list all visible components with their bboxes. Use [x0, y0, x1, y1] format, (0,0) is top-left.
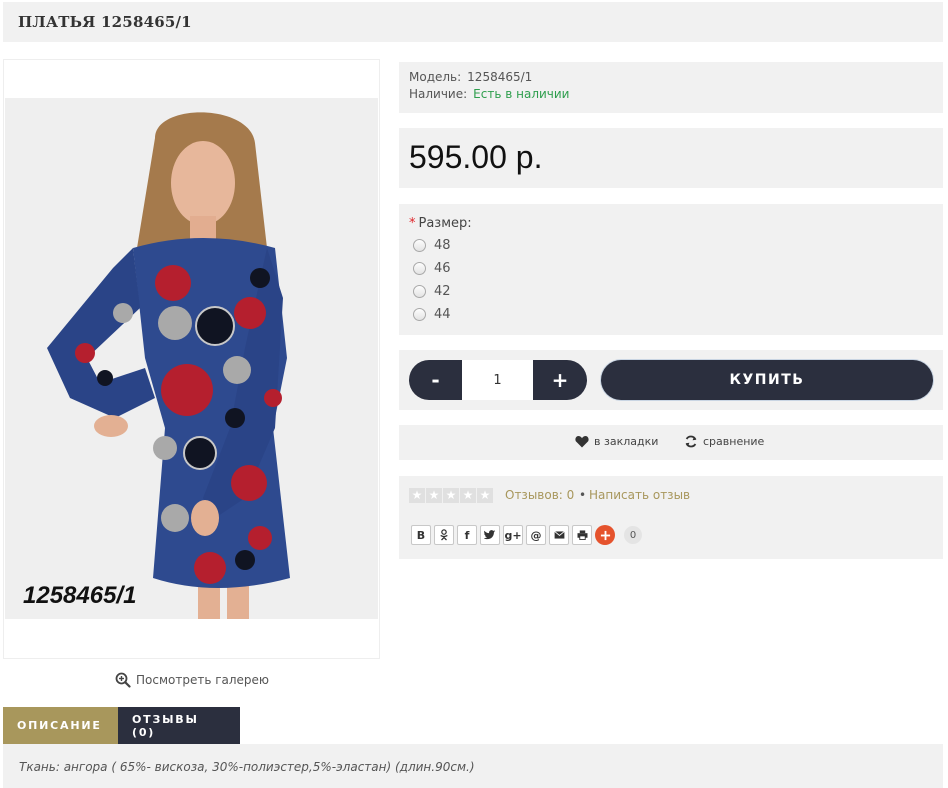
separator-dot: •: [579, 488, 587, 502]
view-gallery-label: Посмотреть галерею: [136, 673, 270, 687]
size-label-text: Размер:: [418, 216, 472, 231]
size-options-panel: * Размер: 48 46 42 44: [399, 204, 943, 335]
actions-panel: в закладки сравнение: [399, 425, 943, 460]
more-share-button[interactable]: [595, 525, 615, 545]
ok-share-button[interactable]: [434, 525, 454, 545]
facebook-share-button[interactable]: f: [457, 525, 477, 545]
quantity-input[interactable]: 1: [462, 360, 533, 400]
required-mark: *: [409, 216, 416, 231]
product-image-frame[interactable]: 1258465/1: [3, 59, 380, 659]
size-radio-44[interactable]: [413, 308, 426, 321]
product-photo-illustration: 1258465/1: [5, 98, 378, 619]
tab-description[interactable]: ОПИСАНИЕ: [3, 707, 118, 744]
quantity-stepper: - 1 +: [409, 360, 587, 400]
google-plus-icon: g+: [504, 528, 522, 542]
heart-icon: [575, 436, 589, 448]
rating-stars: ★ ★ ★ ★ ★: [409, 488, 493, 503]
write-review-link[interactable]: Написать отзыв: [589, 488, 690, 502]
compare-button[interactable]: сравнение: [684, 435, 764, 448]
description-text: Ткань: ангора ( 65%- вискоза, 30%-полиэс…: [19, 760, 475, 774]
description-panel: Ткань: ангора ( 65%- вискоза, 30%-полиэс…: [3, 744, 943, 788]
image-caption: 1258465/1: [23, 582, 136, 609]
title-bar: ПЛАТЬЯ 1258465/1: [3, 2, 943, 42]
star-icon: ★: [460, 488, 476, 503]
buy-button[interactable]: КУПИТЬ: [601, 360, 933, 400]
size-value: 42: [434, 284, 451, 299]
facebook-icon: f: [464, 528, 470, 542]
envelope-icon: [553, 531, 565, 539]
quantity-increase-button[interactable]: +: [533, 360, 587, 400]
size-label: * Размер:: [409, 216, 472, 231]
stock-value: Есть в наличии: [473, 87, 570, 101]
model-label: Модель:: [409, 70, 462, 84]
at-icon: @: [530, 528, 542, 542]
size-option-42[interactable]: 42: [413, 284, 451, 299]
size-option-48[interactable]: 48: [413, 238, 451, 253]
share-buttons: В f g+ @ 0: [411, 525, 642, 545]
size-radio-42[interactable]: [413, 285, 426, 298]
twitter-share-button[interactable]: [480, 525, 500, 545]
size-radio-46[interactable]: [413, 262, 426, 275]
stock-label: Наличие:: [409, 87, 468, 101]
star-icon: ★: [409, 488, 425, 503]
zoom-in-icon: [115, 672, 131, 688]
price: 595.00 р.: [409, 139, 543, 175]
star-icon: ★: [477, 488, 493, 503]
view-gallery-link[interactable]: Посмотреть галерею: [115, 671, 269, 689]
share-counter: 0: [624, 526, 642, 544]
size-option-44[interactable]: 44: [413, 307, 451, 322]
product-photo[interactable]: 1258465/1: [5, 98, 378, 619]
vk-icon: В: [416, 528, 426, 542]
printer-icon: [577, 530, 587, 540]
vk-share-button[interactable]: В: [411, 525, 431, 545]
tab-reviews[interactable]: ОТЗЫВЫ (0): [118, 707, 240, 744]
email-share-button[interactable]: [549, 525, 569, 545]
compare-label: сравнение: [703, 435, 765, 448]
twitter-icon: [484, 530, 496, 540]
size-option-46[interactable]: 46: [413, 261, 451, 276]
quantity-decrease-button[interactable]: -: [409, 360, 462, 400]
print-button[interactable]: [572, 525, 592, 545]
page-title: ПЛАТЬЯ 1258465/1: [18, 13, 192, 31]
wishlist-label: в закладки: [594, 435, 659, 448]
size-value: 46: [434, 261, 451, 276]
product-tabs: ОПИСАНИЕ ОТЗЫВЫ (0): [3, 707, 240, 744]
product-info-panel: Модель: 1258465/1 Наличие: Есть в наличи…: [399, 62, 943, 113]
price-panel: 595.00 р.: [399, 128, 943, 188]
model-row: Модель: 1258465/1: [409, 69, 933, 86]
google-plus-share-button[interactable]: g+: [503, 525, 523, 545]
size-radio-48[interactable]: [413, 239, 426, 252]
refresh-icon: [685, 435, 697, 448]
stock-row: Наличие: Есть в наличии: [409, 86, 933, 103]
reviews-count-link[interactable]: Отзывов: 0: [505, 488, 574, 502]
size-value: 44: [434, 307, 451, 322]
size-value: 48: [434, 238, 451, 253]
odnoklassniki-icon: [440, 529, 448, 541]
model-value: 1258465/1: [467, 70, 533, 84]
add-to-wishlist-button[interactable]: в закладки: [575, 435, 658, 448]
reviews-panel: ★ ★ ★ ★ ★ Отзывов: 0 • Написать отзыв В …: [399, 476, 943, 559]
plus-icon: [600, 530, 610, 540]
buy-panel: - 1 + КУПИТЬ: [399, 350, 943, 410]
star-icon: ★: [443, 488, 459, 503]
mailru-share-button[interactable]: @: [526, 525, 546, 545]
star-icon: ★: [426, 488, 442, 503]
